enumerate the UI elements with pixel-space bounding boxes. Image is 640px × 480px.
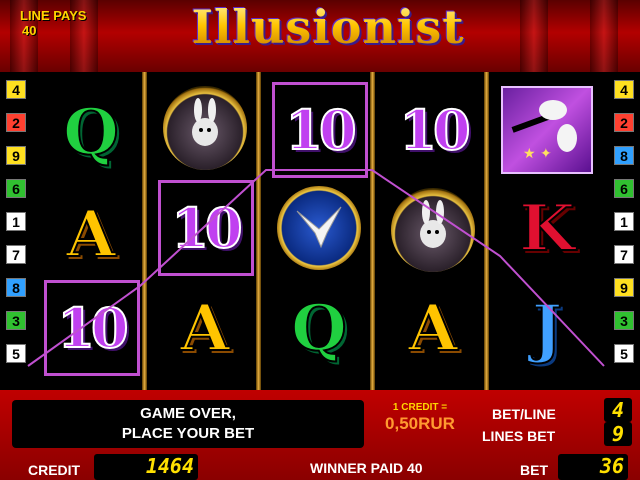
status-message: GAME OVER, PLACE YOUR BET xyxy=(12,400,364,448)
credit-rate-label: 1 CREDIT = xyxy=(392,402,448,413)
right-line-indicator-7: 7 xyxy=(614,245,634,264)
left-line-indicator-1: 1 xyxy=(6,212,26,231)
bet-line-display: 4 xyxy=(604,398,632,422)
credit-rate-value: 0,50RUR xyxy=(385,414,455,433)
right-line-indicator-1: 1 xyxy=(614,212,634,231)
right-line-indicator-4: 4 xyxy=(614,80,634,99)
left-line-indicator-4: 4 xyxy=(6,80,26,99)
left-line-indicator-2: 2 xyxy=(6,113,26,132)
right-line-indicator-5: 5 xyxy=(614,344,634,363)
left-line-indicator-9: 9 xyxy=(6,146,26,165)
lines-bet-label: LINES BET xyxy=(482,428,556,444)
lines-bet-display: 9 xyxy=(604,422,632,446)
bet-display: 36 xyxy=(558,454,628,480)
right-line-indicator-6: 6 xyxy=(614,179,634,198)
winner-paid-label: WINNER PAID 40 xyxy=(310,460,423,476)
bet-line-label: BET/LINE xyxy=(492,406,556,422)
credit-rate: 1 CREDIT = 0,50RUR xyxy=(370,402,470,434)
status-line-2: PLACE YOUR BET xyxy=(121,425,255,442)
right-line-indicator-3: 3 xyxy=(614,311,634,330)
credit-label: CREDIT xyxy=(28,462,81,478)
right-line-indicator-2: 2 xyxy=(614,113,634,132)
right-line-indicator-8: 8 xyxy=(614,146,634,165)
left-line-indicator-7: 7 xyxy=(6,245,26,264)
left-line-indicator-6: 6 xyxy=(6,179,26,198)
winner-paid-value: 40 xyxy=(406,460,423,476)
credit-display: 1464 xyxy=(94,454,198,480)
left-line-indicator-3: 3 xyxy=(6,311,26,330)
status-line-1: GAME OVER, xyxy=(140,405,236,422)
left-line-indicator-8: 8 xyxy=(6,278,26,297)
bet-label: BET xyxy=(520,462,548,478)
right-line-indicator-9: 9 xyxy=(614,278,634,297)
left-line-indicator-5: 5 xyxy=(6,344,26,363)
